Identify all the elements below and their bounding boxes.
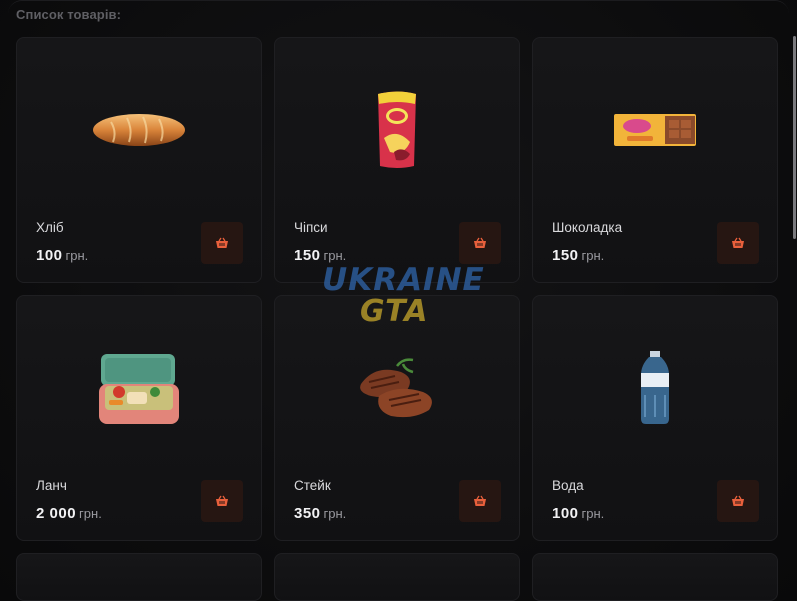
price-currency: грн. (79, 506, 102, 521)
product-name: Ланч (36, 478, 67, 493)
basket-icon (732, 237, 744, 248)
chocolate-icon (605, 90, 705, 170)
product-price: 100 грн. (552, 505, 604, 522)
product-name: Хліб (36, 220, 64, 235)
price-currency: грн. (323, 506, 347, 521)
add-to-cart-button[interactable] (201, 480, 243, 522)
watermark-logo: UKRAINE GTA (322, 262, 484, 338)
panel-top-border (8, 0, 789, 15)
bread-icon (89, 90, 189, 170)
product-card: Хліб 100 грн. (16, 37, 262, 283)
price-value: 350 (294, 505, 321, 522)
basket-icon (216, 495, 228, 506)
basket-icon (474, 237, 486, 248)
product-card (532, 553, 778, 601)
basket-icon (216, 237, 228, 248)
basket-icon (474, 495, 486, 506)
product-name: Вода (552, 478, 584, 493)
scrollbar[interactable] (793, 36, 796, 239)
product-name: Чіпси (294, 220, 328, 235)
price-value: 100 (552, 505, 579, 522)
price-value: 150 (294, 247, 321, 264)
product-list-panel: Список товарів: Хліб 100 грн. Чіпси 150 … (0, 0, 797, 601)
add-to-cart-button[interactable] (201, 222, 243, 264)
water-bottle-icon (605, 348, 705, 428)
product-name: Стейк (294, 478, 331, 493)
product-price: 100 грн. (36, 247, 88, 264)
price-currency: грн. (581, 506, 605, 521)
lunchbox-icon (89, 348, 189, 428)
product-name: Шоколадка (552, 220, 623, 235)
product-card (274, 553, 520, 601)
price-value: 2 000 (36, 505, 77, 522)
price-currency: грн. (65, 248, 89, 263)
panel-title: Список товарів: (16, 7, 122, 22)
watermark-line1: UKRAINE (322, 262, 485, 298)
product-card: Ланч 2 000 грн. (16, 295, 262, 541)
add-to-cart-button[interactable] (459, 222, 501, 264)
add-to-cart-button[interactable] (459, 480, 501, 522)
product-card (16, 553, 262, 601)
product-price: 150 грн. (552, 247, 604, 264)
price-currency: грн. (323, 248, 347, 263)
product-price: 350 грн. (294, 505, 346, 522)
watermark-line2: GTA (360, 294, 429, 329)
price-currency: грн. (581, 248, 605, 263)
product-price: 2 000 грн. (36, 505, 102, 522)
chips-icon (347, 90, 447, 170)
price-value: 150 (552, 247, 579, 264)
product-card: Шоколадка 150 грн. (532, 37, 778, 283)
basket-icon (732, 495, 744, 506)
price-value: 100 (36, 247, 63, 264)
add-to-cart-button[interactable] (717, 222, 759, 264)
product-card: Вода 100 грн. (532, 295, 778, 541)
add-to-cart-button[interactable] (717, 480, 759, 522)
steak-icon (347, 348, 447, 428)
product-card: Чіпси 150 грн. (274, 37, 520, 283)
